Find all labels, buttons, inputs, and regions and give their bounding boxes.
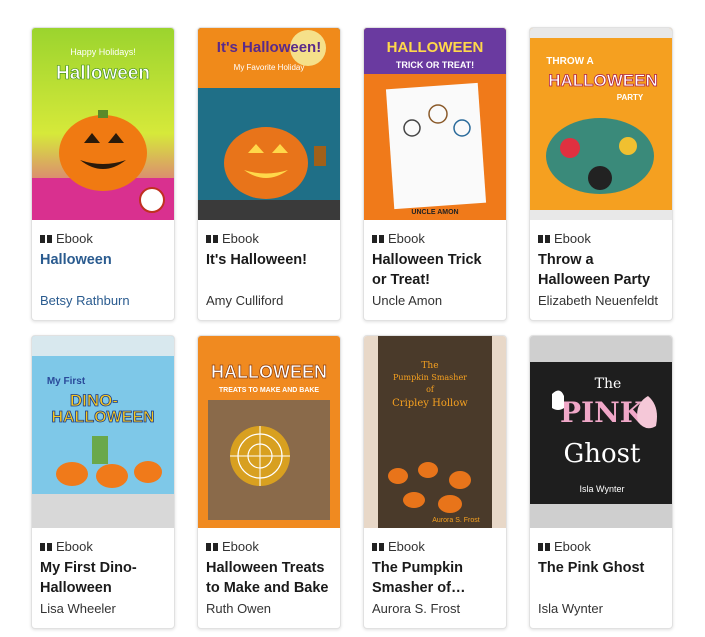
cover-title-2: HALLOWEEN <box>51 409 154 426</box>
book-cover[interactable]: HALLOWEEN TRICK OR TREAT! UNCLE AMON <box>364 28 506 220</box>
format-label: Ebook <box>40 231 93 246</box>
book-cover[interactable]: THROW A HALLOWEEN PARTY <box>530 28 672 220</box>
cover-title-4: Cripley Hollow <box>392 398 468 409</box>
book-author-link[interactable]: Aurora S. Frost <box>372 601 504 616</box>
book-card[interactable]: HALLOWEEN TRICK OR TREAT! UNCLE AMON Ebo… <box>363 27 507 321</box>
cover-title: HALLOWEEN <box>387 39 484 56</box>
book-card[interactable]: HALLOWEEN TREATS TO MAKE AND BAKE Ebook … <box>197 335 341 629</box>
book-cover[interactable]: The PINK Ghost Isla Wynter <box>530 336 672 528</box>
format-label: Ebook <box>206 231 259 246</box>
book-cover[interactable]: Happy Holidays! Halloween <box>32 28 174 220</box>
book-card[interactable]: The Pumpkin Smasher of Cripley Hollow Au… <box>363 335 507 629</box>
book-title-link[interactable]: It's Halloween! <box>206 250 334 270</box>
cover-title-2: PINK <box>560 396 646 429</box>
book-cover[interactable]: The Pumpkin Smasher of Cripley Hollow Au… <box>364 336 506 528</box>
book-icon <box>538 234 550 243</box>
book-author-link[interactable]: Ruth Owen <box>206 601 338 616</box>
book-author-link[interactable]: Amy Culliford <box>206 293 338 308</box>
cover-subtitle: TRICK OR TREAT! <box>396 60 474 70</box>
book-title-link[interactable]: Halloween <box>40 250 168 270</box>
book-title-link[interactable]: The Pink Ghost <box>538 558 666 578</box>
book-card[interactable]: THROW A HALLOWEEN PARTY Ebook Throw a Ha… <box>529 27 673 321</box>
results-grid: Happy Holidays! Halloween Ebook Hallowee… <box>0 0 705 637</box>
cover-subtitle: THROW A <box>546 56 593 67</box>
cover-title: It's Halloween! <box>217 39 321 56</box>
book-icon <box>372 542 384 551</box>
book-icon <box>40 542 52 551</box>
book-card[interactable]: Happy Holidays! Halloween Ebook Hallowee… <box>31 27 175 321</box>
cover-subtitle: TREATS TO MAKE AND BAKE <box>219 387 320 394</box>
book-author-link[interactable]: Elizabeth Neuenfeldt <box>538 293 670 308</box>
format-label: Ebook <box>40 539 93 554</box>
cover-title: HALLOWEEN <box>211 362 327 382</box>
cover-subtitle-2: PARTY <box>617 93 644 102</box>
book-card[interactable]: It's Halloween! My Favorite Holiday Eboo… <box>197 27 341 321</box>
cover-title: HALLOWEEN <box>548 71 658 90</box>
cover-title-3: Ghost <box>564 439 642 469</box>
cover-title-3: of <box>426 385 435 394</box>
book-cover[interactable]: It's Halloween! My Favorite Holiday <box>198 28 340 220</box>
book-card[interactable]: My First DINO- HALLOWEEN Ebook My First … <box>31 335 175 629</box>
cover-title: The <box>595 376 622 392</box>
cover-subtitle: My First <box>47 376 86 387</box>
book-card[interactable]: The PINK Ghost Isla Wynter Ebook The Pin… <box>529 335 673 629</box>
book-cover[interactable]: HALLOWEEN TREATS TO MAKE AND BAKE <box>198 336 340 528</box>
cover-title: Halloween <box>56 63 150 84</box>
format-label: Ebook <box>538 231 591 246</box>
cover-title: The <box>421 361 438 371</box>
format-label: Ebook <box>538 539 591 554</box>
cover-author: Aurora S. Frost <box>432 517 480 524</box>
format-label: Ebook <box>372 539 425 554</box>
book-title-link[interactable]: The Pumpkin Smasher of… <box>372 558 500 598</box>
book-author-link[interactable]: Betsy Rathburn <box>40 293 172 308</box>
book-title-link[interactable]: My First Dino-Halloween <box>40 558 168 598</box>
book-icon <box>372 234 384 243</box>
cover-author: Isla Wynter <box>580 484 625 494</box>
cover-subtitle: My Favorite Holiday <box>234 63 305 72</box>
cover-author: UNCLE AMON <box>411 209 458 216</box>
book-icon <box>538 542 550 551</box>
book-icon <box>206 542 218 551</box>
cover-subtitle: Happy Holidays! <box>70 47 136 57</box>
book-author-link[interactable]: Isla Wynter <box>538 601 670 616</box>
book-author-link[interactable]: Lisa Wheeler <box>40 601 172 616</box>
book-title-link[interactable]: Halloween Trick or Treat! <box>372 250 500 290</box>
format-label: Ebook <box>372 231 425 246</box>
book-cover[interactable]: My First DINO- HALLOWEEN <box>32 336 174 528</box>
book-title-link[interactable]: Throw a Halloween Party <box>538 250 666 290</box>
cover-title-2: Pumpkin Smasher <box>393 373 467 382</box>
book-icon <box>206 234 218 243</box>
book-icon <box>40 234 52 243</box>
format-label: Ebook <box>206 539 259 554</box>
book-author-link[interactable]: Uncle Amon <box>372 293 504 308</box>
cover-title: DINO- <box>70 391 118 410</box>
book-title-link[interactable]: Halloween Treats to Make and Bake <box>206 558 334 598</box>
